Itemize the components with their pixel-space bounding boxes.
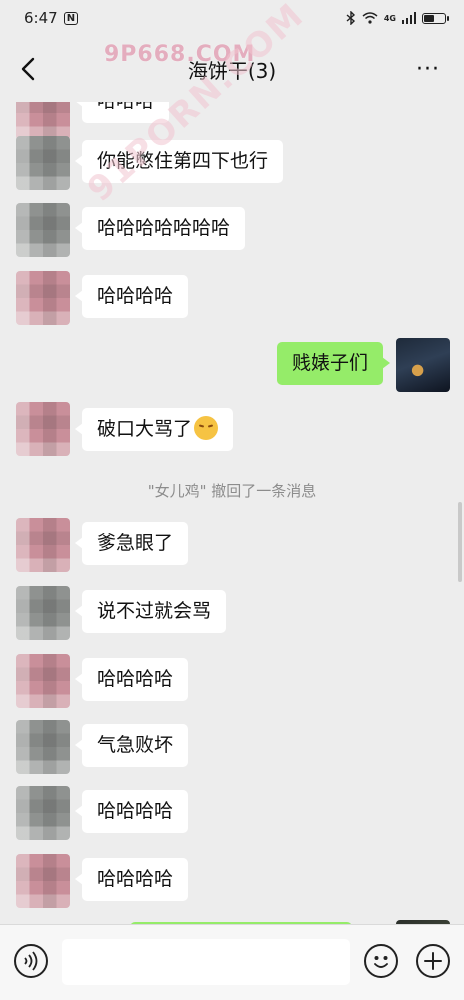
message-bubble[interactable]: 说不过就会骂: [74, 590, 227, 633]
avatar[interactable]: [16, 854, 70, 908]
avatar-self[interactable]: [396, 338, 450, 392]
bluetooth-icon: [346, 11, 355, 25]
network-label: 4G: [383, 13, 396, 23]
avatar[interactable]: [16, 786, 70, 840]
message-bubble[interactable]: 哈哈哈哈: [74, 858, 189, 901]
message-bubble[interactable]: 哈哈哈哈: [74, 275, 189, 318]
message-bubble[interactable]: 哈哈哈哈哈哈哈: [74, 207, 246, 250]
nfc-icon: N: [63, 11, 79, 25]
chat-title: 海饼干(3): [187, 58, 277, 83]
emoji-button[interactable]: [364, 944, 398, 978]
avatar[interactable]: [16, 203, 70, 257]
message-bubble[interactable]: 你能憋住第四下也行: [74, 140, 284, 183]
avatar[interactable]: [16, 136, 70, 190]
status-bar: 6:47 N 4G: [0, 0, 464, 36]
recall-notice: "女儿鸡" 撤回了一条消息: [147, 482, 317, 500]
chat-header: 海饼干(3) ···: [0, 36, 464, 102]
message-bubble[interactable]: 哈哈哈: [74, 102, 170, 123]
wifi-icon: [362, 12, 378, 24]
message-bubble[interactable]: 哈哈哈哈: [74, 790, 189, 833]
plus-icon: [424, 952, 442, 970]
message-bubble[interactable]: 气急败坏: [74, 724, 189, 767]
avatar[interactable]: [16, 102, 70, 140]
more-button[interactable]: ···: [412, 53, 444, 85]
message-bubble[interactable]: 爹急眼了: [74, 522, 189, 565]
angry-face-emoji-icon: [194, 415, 219, 440]
avatar[interactable]: [16, 402, 70, 456]
signal-icon: [402, 12, 416, 24]
battery-icon: [422, 12, 449, 24]
message-bubble-self[interactable]: 贱婊子们: [276, 342, 391, 385]
voice-icon: [24, 951, 38, 971]
avatar[interactable]: [16, 654, 70, 708]
back-button[interactable]: [14, 53, 46, 85]
more-dots-icon: ···: [416, 56, 440, 82]
chat-messages[interactable]: 哈哈哈 你能憋住第四下也行 哈哈哈哈哈哈哈 哈哈哈哈 贱婊子们 破口大骂了 "女…: [0, 102, 464, 924]
plus-button[interactable]: [416, 944, 450, 978]
back-chevron-icon: [21, 57, 35, 81]
emoji-face-icon: [374, 956, 388, 968]
message-text: 破口大骂了: [97, 418, 193, 440]
avatar[interactable]: [16, 518, 70, 572]
avatar[interactable]: [16, 720, 70, 774]
status-time: 6:47: [24, 9, 58, 27]
voice-button[interactable]: [14, 944, 48, 978]
input-bar: [0, 924, 464, 1000]
message-bubble[interactable]: 哈哈哈哈: [74, 658, 189, 701]
message-input[interactable]: [62, 939, 350, 985]
message-bubble[interactable]: 破口大骂了: [74, 408, 234, 451]
avatar[interactable]: [16, 271, 70, 325]
avatar[interactable]: [16, 586, 70, 640]
scrollbar[interactable]: [458, 502, 462, 582]
